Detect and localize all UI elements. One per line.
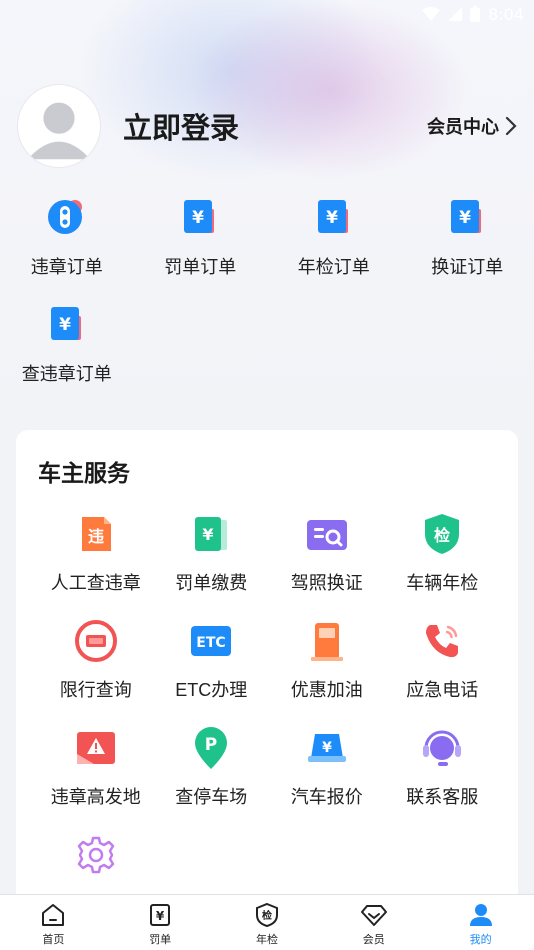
warning-map-icon	[74, 726, 118, 770]
section-title: 车主服务	[38, 460, 130, 486]
service-vehicle-inspection[interactable]: 检 车辆年检	[385, 512, 501, 619]
fuel-pump-icon	[305, 619, 349, 663]
chevron-right-icon	[505, 116, 517, 136]
svg-text:¥: ¥	[192, 208, 204, 228]
home-icon	[39, 901, 67, 929]
settings-gear-icon	[74, 833, 118, 877]
services-grid: 违 人工查违章 ¥ 罚单缴费 驾照换证 检 车辆年检 限行查询 ETC ETC办…	[38, 512, 500, 940]
traffic-light-icon	[45, 195, 89, 239]
phone-icon	[420, 619, 464, 663]
parking-pin-icon: P	[189, 726, 233, 770]
service-fine-payment[interactable]: ¥ 罚单缴费	[154, 512, 270, 619]
service-label: 优惠加油	[290, 680, 363, 700]
order-item-violation[interactable]: 违章订单	[0, 195, 134, 302]
svg-text:¥: ¥	[326, 208, 338, 228]
service-parking-search[interactable]: P 查停车场	[154, 726, 270, 833]
car-price-icon: ¥	[305, 726, 349, 770]
service-label: ETC办理	[175, 680, 248, 700]
fine-ticket-icon: ¥	[146, 901, 174, 929]
service-label: 限行查询	[59, 680, 132, 700]
service-label: 车辆年检	[406, 573, 479, 593]
fine-payment-icon: ¥	[189, 512, 233, 556]
svg-text:¥: ¥	[459, 208, 471, 228]
tab-label: 年检	[255, 934, 278, 946]
tab-label: 我的	[469, 934, 492, 946]
tab-label: 罚单	[149, 934, 172, 946]
svg-text:ETC: ETC	[197, 635, 226, 651]
signal-icon	[448, 7, 463, 21]
yuan-bill-icon: ¥	[445, 195, 489, 239]
service-license-renewal[interactable]: 驾照换证	[269, 512, 385, 619]
headset-icon	[420, 726, 464, 770]
service-violation-hotspots[interactable]: 违章高发地	[38, 726, 154, 833]
service-fuel-discount[interactable]: 优惠加油	[269, 619, 385, 726]
etc-icon: ETC	[189, 619, 233, 663]
order-item-fine[interactable]: ¥ 罚单订单	[134, 195, 268, 302]
login-button[interactable]: 立即登录	[123, 105, 239, 147]
yuan-bill-icon: ¥	[178, 195, 222, 239]
order-label: 罚单订单	[164, 257, 237, 277]
avatar[interactable]	[17, 84, 101, 168]
user-icon	[467, 901, 495, 929]
svg-text:¥: ¥	[203, 525, 214, 544]
order-label: 年检订单	[297, 257, 370, 277]
service-label: 应急电话	[406, 680, 479, 700]
tab-home[interactable]: 首页	[0, 895, 107, 950]
owner-services-card: 车主服务 违 人工查违章 ¥ 罚单缴费 驾照换证 检 车辆年检 限行查询 ETC…	[16, 430, 518, 910]
tab-inspection[interactable]: 检 年检	[214, 895, 321, 950]
svg-text:检: 检	[434, 526, 450, 545]
service-label: 查停车场	[175, 787, 248, 807]
tab-label: 首页	[42, 934, 65, 946]
order-item-inspection[interactable]: ¥ 年检订单	[267, 195, 401, 302]
inspection-icon: 检	[253, 901, 281, 929]
svg-text:¥: ¥	[59, 315, 71, 335]
profile-header: 立即登录 会员中心	[17, 83, 517, 169]
order-label: 违章订单	[30, 257, 103, 277]
license-search-icon	[305, 512, 349, 556]
status-bar: 8:04	[0, 0, 534, 28]
svg-text:P: P	[205, 735, 217, 755]
order-item-license[interactable]: ¥ 换证订单	[401, 195, 534, 302]
service-label: 违章高发地	[50, 787, 141, 807]
order-label: 查违章订单	[21, 364, 112, 384]
service-manual-violation[interactable]: 违 人工查违章	[38, 512, 154, 619]
order-shortcuts: 违章订单 ¥ 罚单订单 ¥ 年检订单 ¥ 换证订单 ¥ 查违章订单	[0, 195, 534, 409]
svg-text:违: 违	[88, 527, 104, 546]
service-label: 人工查违章	[50, 573, 141, 593]
tab-membership[interactable]: 会员	[320, 895, 427, 950]
service-label: 罚单缴费	[175, 573, 248, 593]
inspection-shield-icon: 检	[420, 512, 464, 556]
yuan-bill-icon: ¥	[312, 195, 356, 239]
member-center-link[interactable]: 会员中心	[427, 113, 517, 139]
order-label: 换证订单	[431, 257, 504, 277]
service-emergency-call[interactable]: 应急电话	[385, 619, 501, 726]
service-label: 联系客服	[406, 787, 479, 807]
service-car-price[interactable]: ¥ 汽车报价	[269, 726, 385, 833]
service-customer-support[interactable]: 联系客服	[385, 726, 501, 833]
bottom-tab-bar: 首页 ¥ 罚单 检 年检 会员 我的	[0, 894, 534, 950]
order-item-violation-query[interactable]: ¥ 查违章订单	[0, 302, 134, 409]
tab-mine[interactable]: 我的	[427, 895, 534, 950]
service-label: 汽车报价	[290, 787, 363, 807]
svg-text:¥: ¥	[322, 740, 332, 756]
yuan-bill-icon: ¥	[45, 302, 89, 346]
diamond-icon	[360, 901, 388, 929]
default-avatar-icon	[27, 102, 91, 160]
service-etc[interactable]: ETC ETC办理	[154, 619, 270, 726]
status-time: 8:04	[488, 4, 524, 24]
member-center-label: 会员中心	[427, 117, 499, 137]
violation-doc-icon: 违	[74, 512, 118, 556]
tab-fines[interactable]: ¥ 罚单	[107, 895, 214, 950]
service-restriction-query[interactable]: 限行查询	[38, 619, 154, 726]
restriction-sign-icon	[74, 619, 118, 663]
svg-text:检: 检	[262, 909, 272, 922]
wifi-icon	[422, 7, 441, 21]
svg-text:¥: ¥	[156, 909, 165, 923]
tab-label: 会员	[362, 934, 385, 946]
battery-icon	[470, 6, 481, 22]
service-label: 驾照换证	[290, 573, 363, 593]
